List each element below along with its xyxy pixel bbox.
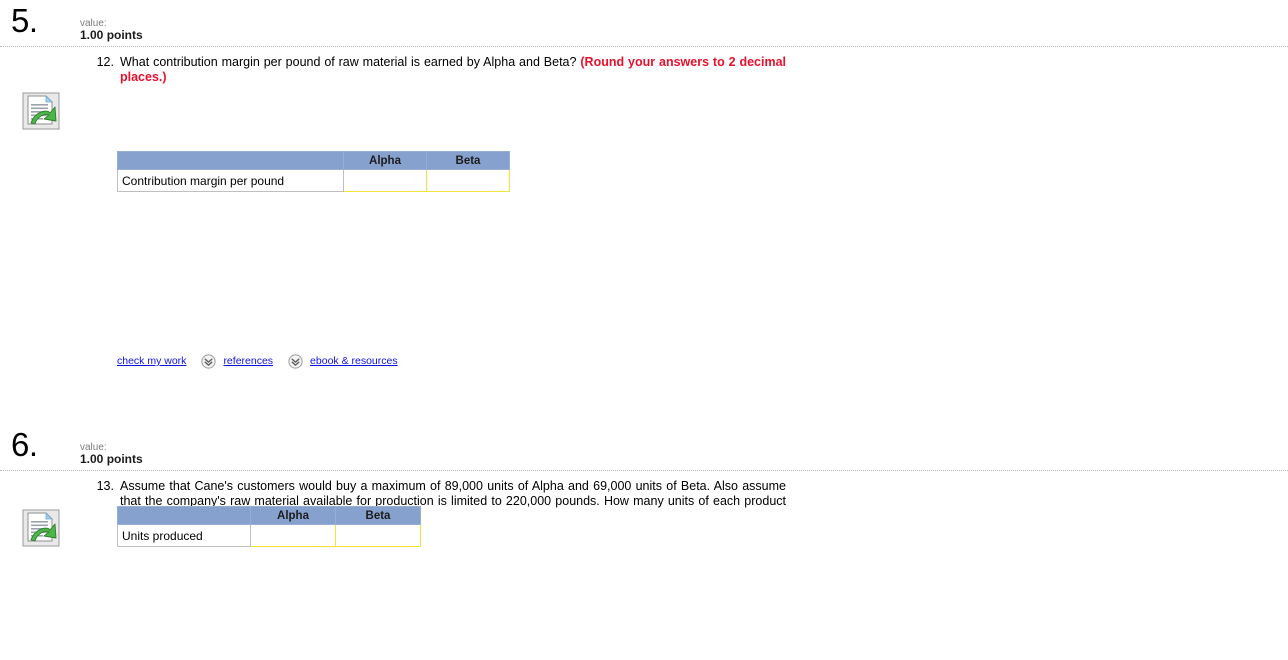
section-divider xyxy=(0,46,1288,47)
row-label-units-produced: Units produced xyxy=(117,524,251,547)
answer-table-contribution-margin: Alpha Beta Contribution margin per pound xyxy=(117,151,510,192)
value-group: value: 1.00 points xyxy=(80,442,143,466)
answer-input-beta[interactable] xyxy=(427,172,509,189)
column-header-beta: Beta xyxy=(426,151,510,170)
table-header-row: Alpha Beta xyxy=(117,151,510,170)
link-item-ebook-resources[interactable]: ebook & resources xyxy=(288,353,398,369)
question-header: 6. value: 1.00 points xyxy=(0,424,1288,471)
answer-cell-beta[interactable] xyxy=(335,524,421,547)
column-header-alpha: Alpha xyxy=(343,151,427,170)
answer-input-alpha[interactable] xyxy=(344,172,426,189)
points-value: 1.00 points xyxy=(80,28,143,42)
column-header-beta: Beta xyxy=(335,506,421,525)
answer-cell-alpha[interactable] xyxy=(343,169,427,192)
answer-input-beta[interactable] xyxy=(336,527,420,544)
table-row: Units produced xyxy=(117,524,421,547)
answer-cell-beta[interactable] xyxy=(426,169,510,192)
question-item-number-13: 13. xyxy=(96,479,114,493)
chevron-double-down-icon[interactable] xyxy=(201,353,217,369)
ebook-resources-link[interactable]: ebook & resources xyxy=(310,355,398,367)
document-green-arrow-icon xyxy=(22,92,62,130)
question-prompt-text: What contribution margin per pound of ra… xyxy=(120,55,581,69)
row-label-contribution-margin-per-pound: Contribution margin per pound xyxy=(117,169,344,192)
answer-input-alpha[interactable] xyxy=(251,527,335,544)
chevron-double-down-icon[interactable] xyxy=(288,353,303,369)
question-block-5: 5. value: 1.00 points 12. What contribut… xyxy=(0,0,1288,369)
question-prompt: What contribution margin per pound of ra… xyxy=(120,55,786,85)
answer-table-units-produced: Alpha Beta Units produced xyxy=(117,506,421,547)
points-value: 1.00 points xyxy=(80,452,143,466)
document-green-arrow-icon xyxy=(22,509,62,547)
table-row: Contribution margin per pound xyxy=(117,169,510,192)
table-corner-header xyxy=(117,151,344,170)
question-text-row: 12. What contribution margin per pound o… xyxy=(86,55,786,85)
value-group: value: 1.00 points xyxy=(80,18,143,42)
check-my-work-link[interactable]: check my work xyxy=(117,355,186,367)
section-divider xyxy=(0,470,1288,471)
footer-links: check my work references ebook & resourc… xyxy=(117,353,413,369)
question-block-6: 6. value: 1.00 points 13. Assume that Ca… xyxy=(0,424,1288,547)
question-item-number-12: 12. xyxy=(96,55,114,69)
column-header-alpha: Alpha xyxy=(250,506,336,525)
answer-cell-alpha[interactable] xyxy=(250,524,336,547)
question-number-6: 6. xyxy=(11,426,38,463)
table-corner-header xyxy=(117,506,251,525)
question-header: 5. value: 1.00 points xyxy=(0,0,1288,47)
references-link[interactable]: references xyxy=(223,355,273,367)
link-item-check-my-work[interactable]: check my work xyxy=(117,355,186,367)
table-header-row: Alpha Beta xyxy=(117,506,421,525)
link-item-references[interactable]: references xyxy=(201,353,273,369)
question-number-5: 5. xyxy=(11,2,38,39)
